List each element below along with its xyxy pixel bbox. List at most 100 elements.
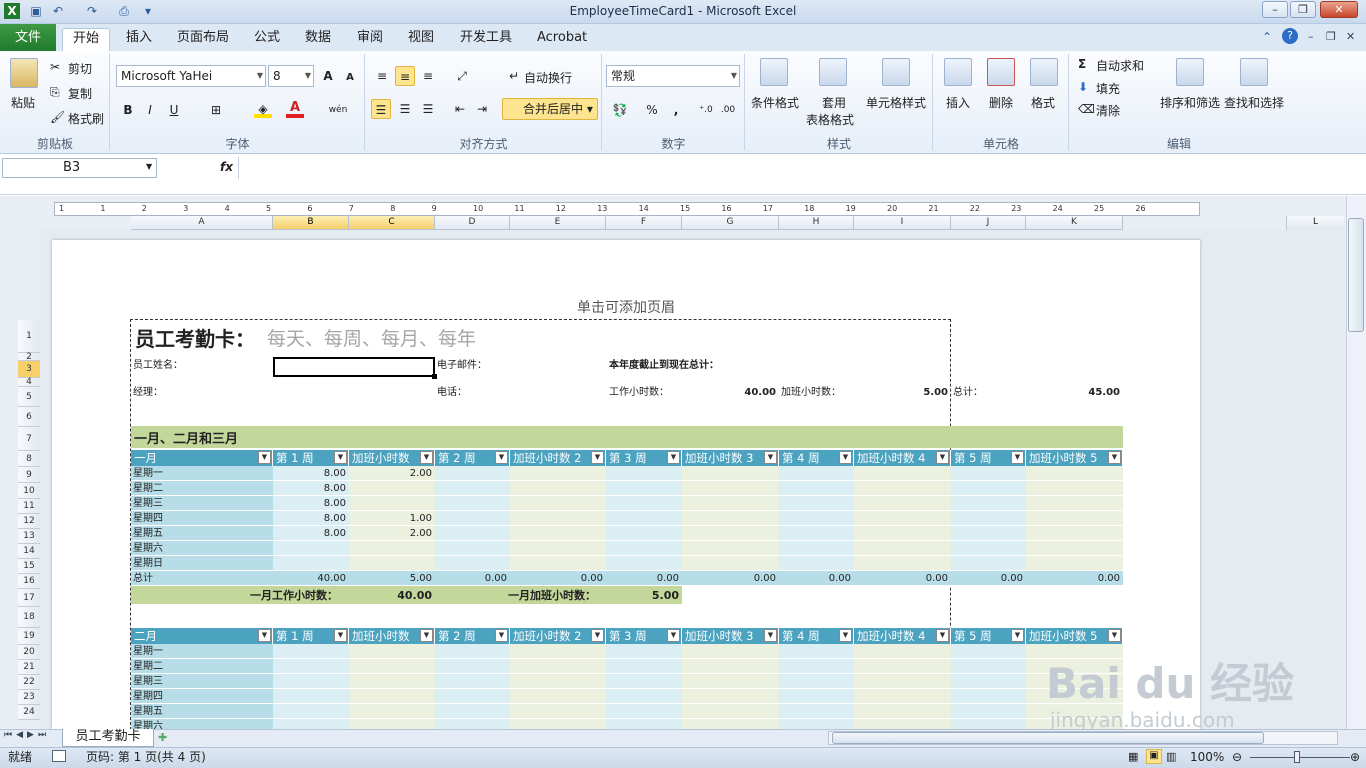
fill-icon[interactable]: ⬇: [1078, 80, 1088, 94]
feb-col-header[interactable]: 第 1 周 ▼: [273, 628, 349, 644]
feb-cell[interactable]: [349, 644, 435, 659]
jan-cell[interactable]: [854, 541, 951, 556]
feb-cell[interactable]: [682, 704, 779, 719]
help-icon[interactable]: ?: [1282, 28, 1298, 44]
format-table-line1[interactable]: 套用: [822, 94, 846, 111]
feb-cell[interactable]: [273, 689, 349, 704]
jan-cell[interactable]: [435, 481, 510, 496]
borders-icon[interactable]: ⊞: [206, 100, 226, 120]
row-header-15[interactable]: 15: [18, 559, 40, 574]
column-header-J[interactable]: J: [951, 216, 1026, 230]
jan-cell[interactable]: [1026, 481, 1123, 496]
jan-cell[interactable]: [779, 481, 854, 496]
paste-button[interactable]: 粘贴: [11, 94, 35, 111]
jan-cell[interactable]: [682, 511, 779, 526]
zoom-out-icon[interactable]: ⊖: [1232, 750, 1242, 764]
feb-cell[interactable]: [606, 674, 682, 689]
jan-cell[interactable]: [1026, 466, 1123, 481]
merge-center-button[interactable]: 合并后居中 ▾: [502, 98, 598, 120]
jan-cell[interactable]: [951, 541, 1026, 556]
feb-cell[interactable]: [435, 644, 510, 659]
feb-month-header[interactable]: 二月 ▼: [131, 628, 273, 644]
row-header-20[interactable]: 20: [18, 645, 40, 660]
jan-month-header[interactable]: 一月 ▼: [131, 450, 273, 466]
zoom-level[interactable]: 100%: [1190, 748, 1224, 766]
jan-cell[interactable]: [435, 526, 510, 541]
jan-cell[interactable]: [682, 556, 779, 571]
row-header-13[interactable]: 13: [18, 529, 40, 544]
jan-col-header[interactable]: 第 4 周 ▼: [779, 450, 854, 466]
row-header-6[interactable]: 6: [18, 407, 40, 427]
shrink-font-button[interactable]: A: [340, 68, 360, 88]
format-cells-icon[interactable]: [1030, 58, 1058, 86]
feb-cell[interactable]: [951, 674, 1026, 689]
feb-filter-dropdown-icon[interactable]: ▼: [495, 629, 508, 642]
feb-col-header[interactable]: 第 2 周 ▼: [435, 628, 510, 644]
jan-cell[interactable]: [510, 541, 606, 556]
feb-cell[interactable]: [779, 689, 854, 704]
feb-cell[interactable]: [682, 644, 779, 659]
feb-col-header[interactable]: 加班小时数 2 ▼: [510, 628, 606, 644]
feb-col-header[interactable]: 加班小时数 4 ▼: [854, 628, 951, 644]
row-header-23[interactable]: 23: [18, 690, 40, 705]
tab-view[interactable]: 视图: [398, 28, 444, 51]
feb-filter-dropdown-icon[interactable]: ▼: [1108, 629, 1121, 642]
row-header-18[interactable]: 18: [18, 607, 40, 628]
feb-cell[interactable]: [951, 704, 1026, 719]
jan-cell[interactable]: [779, 496, 854, 511]
wrap-text-button[interactable]: 自动换行: [524, 69, 572, 86]
clear-icon[interactable]: ⌫: [1078, 102, 1095, 116]
jan-cell[interactable]: [779, 511, 854, 526]
jan-cell[interactable]: [510, 511, 606, 526]
increase-decimal-icon[interactable]: ⁺.0: [696, 100, 716, 120]
feb-cell[interactable]: [273, 704, 349, 719]
column-header-H[interactable]: H: [779, 216, 854, 230]
vertical-scroll-thumb[interactable]: [1348, 218, 1364, 332]
feb-filter-dropdown-icon[interactable]: ▼: [420, 629, 433, 642]
feb-cell[interactable]: [435, 689, 510, 704]
row-header-21[interactable]: 21: [18, 660, 40, 675]
row-header-12[interactable]: 12: [18, 514, 40, 529]
feb-col-header[interactable]: 加班小时数 ▼: [349, 628, 435, 644]
feb-cell[interactable]: [779, 704, 854, 719]
comma-button[interactable]: ,: [666, 100, 686, 120]
jan-cell[interactable]: [1026, 541, 1123, 556]
feb-col-header[interactable]: 加班小时数 5 ▼: [1026, 628, 1123, 644]
ribbon-collapse-icon[interactable]: ⌃: [1262, 30, 1272, 44]
tab-insert[interactable]: 插入: [116, 28, 162, 51]
feb-cell[interactable]: [510, 674, 606, 689]
doc-minimize-icon[interactable]: –: [1308, 30, 1314, 43]
jan-cell[interactable]: [682, 496, 779, 511]
format-painter-icon[interactable]: 🖌: [50, 110, 65, 124]
jan-filter-dropdown-icon[interactable]: ▼: [258, 451, 271, 464]
align-right-icon[interactable]: ☰: [418, 99, 438, 119]
jan-filter-dropdown-icon[interactable]: ▼: [334, 451, 347, 464]
jan-filter-dropdown-icon[interactable]: ▼: [936, 451, 949, 464]
column-header-L[interactable]: L: [1286, 216, 1344, 230]
feb-cell[interactable]: [951, 659, 1026, 674]
align-bottom-icon[interactable]: ≡: [418, 66, 438, 86]
jan-col-header[interactable]: 加班小时数 ▼: [349, 450, 435, 466]
tab-review[interactable]: 审阅: [347, 28, 393, 51]
sort-filter-button[interactable]: 排序和筛选: [1160, 94, 1220, 111]
wrap-text-icon[interactable]: ↵: [504, 66, 524, 86]
jan-cell[interactable]: [951, 496, 1026, 511]
jan-cell[interactable]: [510, 556, 606, 571]
cell-styles-icon[interactable]: [882, 58, 910, 86]
jan-cell[interactable]: [510, 466, 606, 481]
zoom-slider-thumb[interactable]: [1294, 751, 1300, 763]
tab-page-layout[interactable]: 页面布局: [167, 28, 239, 51]
autosum-icon[interactable]: Σ: [1078, 57, 1086, 71]
jan-filter-dropdown-icon[interactable]: ▼: [495, 451, 508, 464]
jan-cell[interactable]: [854, 466, 951, 481]
row-header-5[interactable]: 5: [18, 387, 40, 407]
jan-filter-dropdown-icon[interactable]: ▼: [667, 451, 680, 464]
column-header-C[interactable]: C: [349, 216, 435, 230]
jan-cell[interactable]: [1026, 556, 1123, 571]
jan-cell[interactable]: [606, 481, 682, 496]
feb-cell[interactable]: [854, 659, 951, 674]
jan-cell[interactable]: [951, 556, 1026, 571]
feb-filter-dropdown-icon[interactable]: ▼: [334, 629, 347, 642]
feb-cell[interactable]: [273, 674, 349, 689]
feb-cell[interactable]: [273, 659, 349, 674]
